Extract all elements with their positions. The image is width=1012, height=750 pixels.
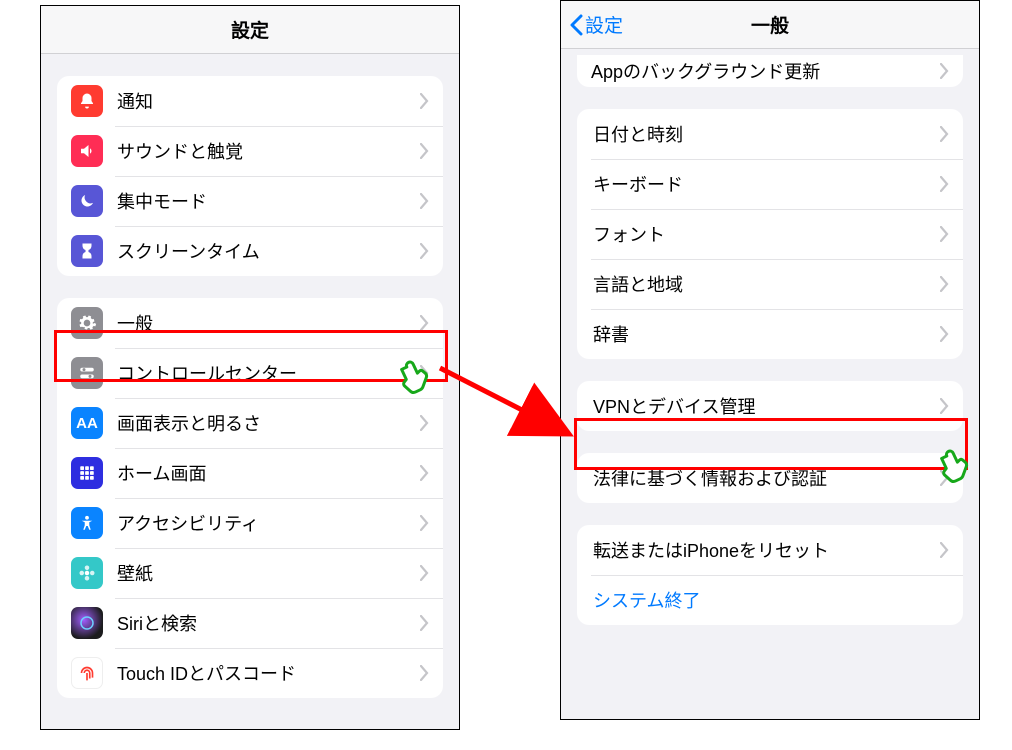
general-group-3: 法律に基づく情報および認証: [577, 453, 963, 503]
row-label: 通知: [117, 88, 420, 114]
person-icon: [71, 507, 103, 539]
row-label: 日付と時刻: [593, 121, 940, 147]
chevron-right-icon: [420, 515, 429, 531]
row-transfer-reset[interactable]: 転送またはiPhoneをリセット: [577, 525, 963, 575]
chevron-right-icon: [940, 542, 949, 558]
gear-icon: [71, 307, 103, 339]
row-siri[interactable]: Siriと検索: [57, 598, 443, 648]
row-label: 集中モード: [117, 188, 420, 214]
row-font[interactable]: フォント: [577, 209, 963, 259]
switches-icon: [71, 357, 103, 389]
row-label: 壁紙: [117, 560, 420, 586]
chevron-right-icon: [940, 326, 949, 342]
chevron-right-icon: [940, 470, 949, 486]
row-wallpaper[interactable]: 壁紙: [57, 548, 443, 598]
row-touchid[interactable]: Touch IDとパスコード: [57, 648, 443, 698]
siri-icon: [71, 607, 103, 639]
row-label: 言語と地域: [593, 271, 940, 297]
chevron-right-icon: [940, 276, 949, 292]
row-label: スクリーンタイム: [117, 238, 420, 264]
row-background-refresh-partial[interactable]: Appのバックグラウンド更新: [577, 55, 963, 87]
row-home-screen[interactable]: ホーム画面: [57, 448, 443, 498]
chevron-right-icon: [940, 176, 949, 192]
back-label: 設定: [585, 11, 623, 38]
row-sounds[interactable]: サウンドと触覚: [57, 126, 443, 176]
row-label: Appのバックグラウンド更新: [591, 58, 940, 84]
row-date-time[interactable]: 日付と時刻: [577, 109, 963, 159]
hourglass-icon: [71, 235, 103, 267]
moon-icon: [71, 185, 103, 217]
row-label: 転送またはiPhoneをリセット: [593, 537, 940, 563]
row-accessibility[interactable]: アクセシビリティ: [57, 498, 443, 548]
navbar-title: 一般: [751, 11, 789, 38]
bell-icon: [71, 85, 103, 117]
row-label: 画面表示と明るさ: [117, 410, 420, 436]
row-label: アクセシビリティ: [117, 510, 420, 536]
row-dictionary[interactable]: 辞書: [577, 309, 963, 359]
row-shutdown[interactable]: システム終了: [577, 575, 963, 625]
row-label: キーボード: [593, 171, 940, 197]
general-group-4: 転送またはiPhoneをリセット システム終了: [577, 525, 963, 625]
row-legal[interactable]: 法律に基づく情報および認証: [577, 453, 963, 503]
chevron-right-icon: [940, 63, 949, 79]
row-label: ホーム画面: [117, 460, 420, 486]
general-screen: 設定 一般 Appのバックグラウンド更新 日付と時刻 キーボード フォント 言語…: [560, 0, 980, 720]
chevron-right-icon: [420, 415, 429, 431]
row-control-center[interactable]: コントロールセンター: [57, 348, 443, 398]
row-language-region[interactable]: 言語と地域: [577, 259, 963, 309]
row-keyboard[interactable]: キーボード: [577, 159, 963, 209]
chevron-right-icon: [420, 365, 429, 381]
aa-icon: AA: [71, 407, 103, 439]
navbar: 設定 一般: [561, 1, 979, 49]
row-label: コントロールセンター: [117, 360, 420, 386]
chevron-right-icon: [940, 398, 949, 414]
settings-content: 通知 サウンドと触覚 集中モード スクリ: [41, 54, 459, 729]
navbar: 設定: [41, 6, 459, 54]
row-label: 一般: [117, 310, 420, 336]
settings-group-2: 一般 コントロールセンター AA 画面表示と明るさ ホーム画面: [57, 298, 443, 698]
back-button[interactable]: 設定: [569, 11, 623, 38]
flower-icon: [71, 557, 103, 589]
row-label: VPNとデバイス管理: [593, 393, 940, 419]
grid-icon: [71, 457, 103, 489]
general-group-1: 日付と時刻 キーボード フォント 言語と地域 辞書: [577, 109, 963, 359]
row-label: システム終了: [593, 587, 949, 613]
row-label: Touch IDとパスコード: [117, 660, 420, 686]
row-label: 法律に基づく情報および認証: [593, 465, 940, 491]
chevron-right-icon: [420, 193, 429, 209]
row-display[interactable]: AA 画面表示と明るさ: [57, 398, 443, 448]
chevron-right-icon: [420, 243, 429, 259]
settings-group-1: 通知 サウンドと触覚 集中モード スクリ: [57, 76, 443, 276]
row-label: サウンドと触覚: [117, 138, 420, 164]
touchid-icon: [71, 657, 103, 689]
row-general[interactable]: 一般: [57, 298, 443, 348]
chevron-right-icon: [940, 226, 949, 242]
row-screentime[interactable]: スクリーンタイム: [57, 226, 443, 276]
row-label: フォント: [593, 221, 940, 247]
general-group-2: VPNとデバイス管理: [577, 381, 963, 431]
chevron-right-icon: [940, 126, 949, 142]
chevron-right-icon: [420, 93, 429, 109]
chevron-right-icon: [420, 465, 429, 481]
general-content: Appのバックグラウンド更新 日付と時刻 キーボード フォント 言語と地域 辞書: [561, 49, 979, 719]
row-label: 辞書: [593, 321, 940, 347]
navbar-title: 設定: [231, 16, 269, 43]
speaker-icon: [71, 135, 103, 167]
chevron-right-icon: [420, 143, 429, 159]
settings-screen: 設定 通知 サウンドと触覚 集中モード: [40, 5, 460, 730]
chevron-right-icon: [420, 315, 429, 331]
chevron-right-icon: [420, 615, 429, 631]
row-vpn-device[interactable]: VPNとデバイス管理: [577, 381, 963, 431]
row-label: Siriと検索: [117, 610, 420, 636]
row-notifications[interactable]: 通知: [57, 76, 443, 126]
row-focus[interactable]: 集中モード: [57, 176, 443, 226]
chevron-right-icon: [420, 565, 429, 581]
chevron-right-icon: [420, 665, 429, 681]
